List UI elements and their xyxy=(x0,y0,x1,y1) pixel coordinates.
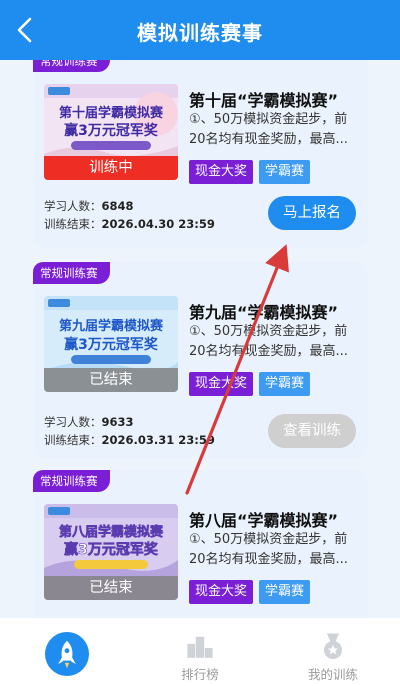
bottom-tab-bar: 排行榜 我的训练 xyxy=(0,618,400,686)
rocket-icon xyxy=(45,632,89,676)
competition-tag: 常规训练赛 xyxy=(33,470,110,492)
competition-chips: 现金大奖 学霸赛 xyxy=(189,160,311,184)
page-title: 模拟训练赛事 xyxy=(137,21,263,45)
top-bar: 模拟训练赛事 xyxy=(0,0,400,60)
chip-cash-prize: 现金大奖 xyxy=(189,160,254,184)
participants-count: 9633 xyxy=(101,415,134,429)
competition-list[interactable]: 常规训练赛 第十届学霸模拟赛 赢3万元冠军奖 训练中 第十届“学霸模拟赛” ①、… xyxy=(0,60,400,618)
register-button[interactable]: 马上报名 xyxy=(268,196,356,230)
competition-description: ①、50万模拟资金起步，前20名均有现金奖励，最高... xyxy=(189,324,348,359)
competition-poster[interactable]: 第十届学霸模拟赛 赢3万元冠军奖 训练中 xyxy=(44,84,178,180)
tab-label: 排行榜 xyxy=(181,667,219,682)
chip-category: 学霸赛 xyxy=(259,372,311,396)
status-badge: 训练中 xyxy=(44,156,178,180)
competition-card[interactable]: 常规训练赛 第九届学霸模拟赛 赢3万元冠军奖 已结束 第九届“学霸模拟赛” ①、… xyxy=(33,262,368,458)
end-time-label: 训练结束： xyxy=(44,433,102,447)
participants-row: 学习人数：6848 xyxy=(44,198,134,214)
tab-leaderboard[interactable]: 排行榜 xyxy=(133,618,267,686)
competition-tag: 常规训练赛 xyxy=(33,262,110,284)
status-badge: 已结束 xyxy=(44,368,178,392)
competition-chips: 现金大奖 学霸赛 xyxy=(189,580,311,604)
poster-title-line1: 第八届学霸模拟赛 xyxy=(59,524,164,540)
participants-count: 6848 xyxy=(101,199,134,213)
competition-card[interactable]: 常规训练赛 第十届学霸模拟赛 赢3万元冠军奖 训练中 第十届“学霸模拟赛” ①、… xyxy=(33,60,368,248)
poster-title-line2: 赢3万元冠军奖 xyxy=(64,541,159,558)
competition-description: ①、50万模拟资金起步，前20名均有现金奖励，最高... xyxy=(189,532,348,567)
competition-poster[interactable]: 第九届学霸模拟赛 赢3万元冠军奖 已结束 xyxy=(44,296,178,392)
end-time-value: 2026.04.30 23:59 xyxy=(101,217,215,231)
participants-row: 学习人数：9633 xyxy=(44,414,134,430)
view-training-button[interactable]: 查看训练 xyxy=(268,414,356,448)
medal-icon xyxy=(324,633,342,659)
tab-label: 我的训练 xyxy=(307,667,358,682)
podium-icon xyxy=(187,636,213,658)
end-time-label: 训练结束： xyxy=(44,217,102,231)
competition-chips: 现金大奖 学霸赛 xyxy=(189,372,311,396)
competition-title: 第九届“学霸模拟赛” xyxy=(189,303,339,322)
end-time-row: 训练结束：2026.03.31 23:59 xyxy=(44,432,215,448)
participants-label: 学习人数： xyxy=(44,415,102,429)
poster-title-line1: 第九届学霸模拟赛 xyxy=(59,318,164,334)
competition-tag: 常规训练赛 xyxy=(33,60,110,72)
end-time-row: 训练结束：2026.04.30 23:59 xyxy=(44,216,215,232)
competition-title: 第十届“学霸模拟赛” xyxy=(189,91,339,110)
chip-cash-prize: 现金大奖 xyxy=(189,580,254,604)
poster-title-line1: 第十届学霸模拟赛 xyxy=(59,105,164,121)
tab-my-training[interactable]: 我的训练 xyxy=(266,618,400,686)
competition-title: 第八届“学霸模拟赛” xyxy=(189,511,339,530)
chip-category: 学霸赛 xyxy=(259,160,311,184)
status-badge: 已结束 xyxy=(44,576,178,600)
end-time-value: 2026.03.31 23:59 xyxy=(101,433,215,447)
chip-cash-prize: 现金大奖 xyxy=(189,372,254,396)
competition-poster[interactable]: 第八届学霸模拟赛 赢3万元冠军奖 已结束 xyxy=(44,504,178,600)
competition-description: ①、50万模拟资金起步，前20名均有现金奖励，最高... xyxy=(189,112,348,147)
poster-title-line2: 赢3万元冠军奖 xyxy=(64,122,159,139)
participants-label: 学习人数： xyxy=(44,199,102,213)
tab-competitions[interactable] xyxy=(0,618,134,686)
competition-card[interactable]: 常规训练赛 第八届学霸模拟赛 赢3万元冠军奖 已结束 第八届“学霸模拟赛” ①、… xyxy=(33,470,368,618)
poster-title-line2: 赢3万元冠军奖 xyxy=(64,336,159,353)
chip-category: 学霸赛 xyxy=(259,580,311,604)
